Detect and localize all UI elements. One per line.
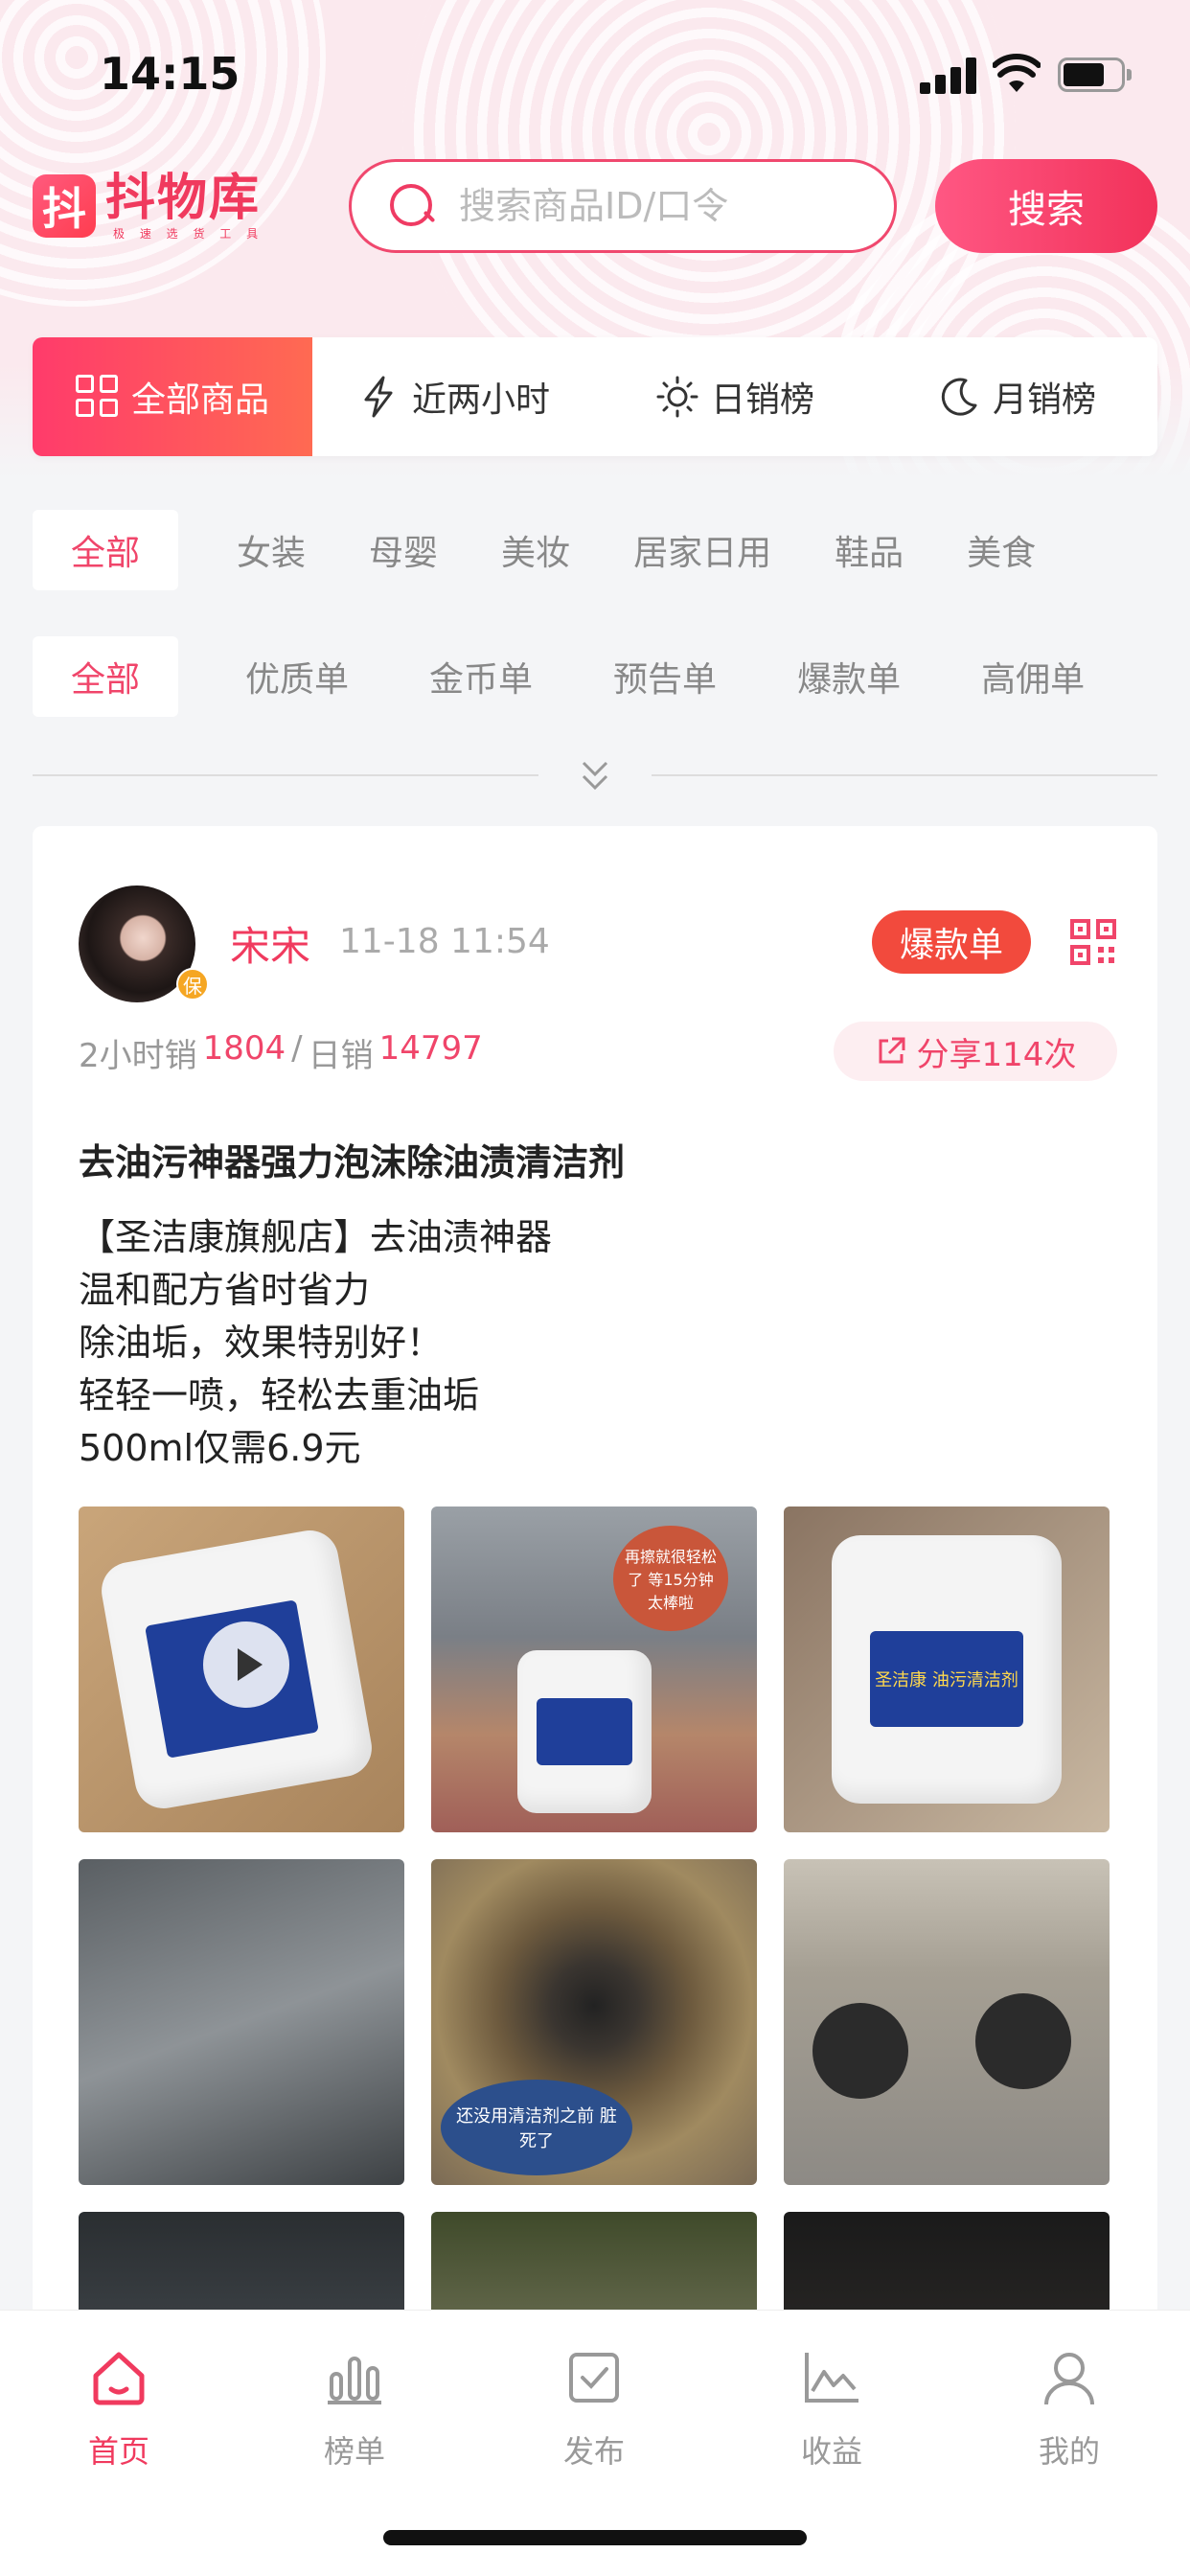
- product-image[interactable]: [79, 1859, 404, 2185]
- logo-title: 抖物库: [105, 169, 262, 227]
- nav-profile[interactable]: 我的: [993, 2347, 1146, 2472]
- bottle-label: 圣洁康 油污清洁剂: [870, 1631, 1023, 1727]
- order-type-item[interactable]: 金币单: [389, 636, 573, 717]
- category-item[interactable]: 美妆: [469, 510, 602, 590]
- hot-order-badge: 爆款单: [872, 910, 1031, 974]
- nav-label: 榜单: [323, 2433, 385, 2470]
- order-type-item[interactable]: 优质单: [205, 636, 389, 717]
- signal-icon: [920, 56, 979, 94]
- sales-day-value: 14797: [378, 1029, 483, 1068]
- post-card[interactable]: 保 宋宋 11-18 11:54 爆款单 2小时销 1804 / 日销 1479…: [33, 826, 1157, 2321]
- search-input[interactable]: [459, 185, 881, 227]
- category-item[interactable]: 鞋品: [803, 510, 935, 590]
- qr-code-icon[interactable]: [1069, 918, 1117, 966]
- product-video-thumbnail[interactable]: [79, 1506, 404, 1832]
- nav-rank[interactable]: 榜单: [278, 2347, 431, 2472]
- tab-daily-rank[interactable]: 日销榜: [594, 337, 876, 456]
- sun-icon: [655, 375, 699, 419]
- share-count: 分享114次: [916, 1035, 1077, 1074]
- post-line: 温和配方省时省力: [79, 1269, 371, 1311]
- search-box[interactable]: [349, 159, 897, 253]
- product-image[interactable]: [784, 1859, 1110, 2185]
- tab-all-products[interactable]: 全部商品: [33, 337, 312, 456]
- tab-label: 全部商品: [130, 380, 269, 420]
- status-bar: 14:15: [0, 0, 1190, 144]
- post-time: 11-18 11:54: [339, 922, 550, 961]
- post-line: 轻轻一喷，轻松去重油垢: [79, 1374, 480, 1416]
- wifi-icon: [993, 54, 1041, 92]
- user-icon: [1044, 2353, 1094, 2405]
- status-time: 14:15: [100, 48, 240, 100]
- product-image[interactable]: 还没用清洁剂之前 脏死了: [431, 1859, 757, 2185]
- nav-label: 我的: [1038, 2433, 1100, 2470]
- guarantee-badge: 保: [176, 968, 209, 1000]
- category-item[interactable]: 居家日用: [602, 510, 803, 590]
- image-caption: 还没用清洁剂之前 脏死了: [441, 2080, 632, 2175]
- product-image[interactable]: [79, 2212, 404, 2321]
- order-type-item[interactable]: 预告单: [573, 636, 757, 717]
- order-type-item[interactable]: 全部: [33, 636, 179, 717]
- tab-label: 日销榜: [710, 380, 814, 420]
- expand-filters[interactable]: [33, 757, 1157, 799]
- app-logo: 抖 抖物库 极 速 选 货 工 具: [33, 169, 264, 241]
- category-filter: 全部 女装 母婴 美妆 居家日用 鞋品 美食: [33, 510, 1190, 590]
- order-type-item[interactable]: 爆款单: [757, 636, 941, 717]
- nav-publish[interactable]: 发布: [517, 2347, 671, 2472]
- post-line: 除油垢，效果特别好！: [79, 1322, 444, 1364]
- tab-label: 近两小时: [411, 380, 550, 420]
- post-title: 去油污神器强力泡沫除油渍清洁剂: [79, 1141, 626, 1184]
- logo-subtitle: 极 速 选 货 工 具: [113, 226, 264, 241]
- sales-separator: /: [291, 1029, 303, 1068]
- product-image[interactable]: 圣洁康 油污清洁剂: [784, 1506, 1110, 1832]
- search-button[interactable]: 搜索: [935, 159, 1157, 253]
- sales-2h-label: 2小时销: [79, 1037, 197, 1075]
- nav-label: 首页: [87, 2433, 149, 2470]
- logo-mark: 抖: [33, 174, 96, 238]
- nav-label: 发布: [562, 2433, 625, 2470]
- tab-last-two-hours[interactable]: 近两小时: [312, 337, 594, 456]
- bar-chart-icon: [328, 2357, 381, 2404]
- rank-tabs: 全部商品 近两小时 日销榜 月销榜: [33, 337, 1157, 456]
- post-line: 500ml仅需6.9元: [79, 1427, 361, 1469]
- share-icon: [879, 1037, 905, 1064]
- bolt-icon: [356, 375, 400, 419]
- publish-icon: [569, 2353, 619, 2403]
- image-grid: 再擦就很轻松了 等15分钟 太棒啦 圣洁康 油污清洁剂 还没用清洁剂之前 脏死了: [79, 1506, 1110, 2321]
- author-name[interactable]: 宋宋: [230, 914, 310, 973]
- nav-label: 收益: [800, 2433, 862, 2470]
- product-image[interactable]: [431, 2212, 757, 2321]
- sales-day-label: 日销: [308, 1037, 374, 1075]
- grid-icon: [75, 375, 120, 419]
- home-icon: [93, 2352, 145, 2405]
- tab-label: 月销榜: [992, 380, 1096, 420]
- moon-icon: [937, 375, 981, 419]
- battery-icon: [1058, 58, 1133, 92]
- nav-earnings[interactable]: 收益: [755, 2347, 908, 2472]
- category-item[interactable]: 母婴: [337, 510, 469, 590]
- home-indicator: [383, 2530, 807, 2545]
- product-image[interactable]: 再擦就很轻松了 等15分钟 太棒啦: [431, 1506, 757, 1832]
- earnings-icon: [805, 2353, 858, 2403]
- category-item[interactable]: 全部: [33, 510, 179, 590]
- double-chevron-down-icon: [582, 761, 608, 791]
- search-icon: [388, 182, 436, 230]
- image-caption: 再擦就很轻松了 等15分钟 太棒啦: [613, 1526, 728, 1631]
- sales-stats: 2小时销 1804 / 日销 14797: [79, 1029, 483, 1076]
- nav-home[interactable]: 首页: [42, 2347, 195, 2472]
- order-type-item[interactable]: 高佣单: [941, 636, 1125, 717]
- order-type-filter: 全部 优质单 金币单 预告单 爆款单 高佣单: [33, 636, 1190, 717]
- share-button[interactable]: 分享114次: [834, 1022, 1117, 1081]
- category-item[interactable]: 美食: [935, 510, 1067, 590]
- sales-2h-value: 1804: [202, 1029, 286, 1068]
- category-item[interactable]: 女装: [205, 510, 337, 590]
- product-image[interactable]: [784, 2212, 1110, 2321]
- post-line: 【圣洁康旗舰店】去油渍神器: [79, 1216, 553, 1258]
- play-icon[interactable]: [203, 1622, 289, 1708]
- tab-monthly-rank[interactable]: 月销榜: [876, 337, 1157, 456]
- post-body: 【圣洁康旗舰店】去油渍神器 温和配方省时省力 除油垢，效果特别好！ 轻轻一喷，轻…: [79, 1211, 1113, 1475]
